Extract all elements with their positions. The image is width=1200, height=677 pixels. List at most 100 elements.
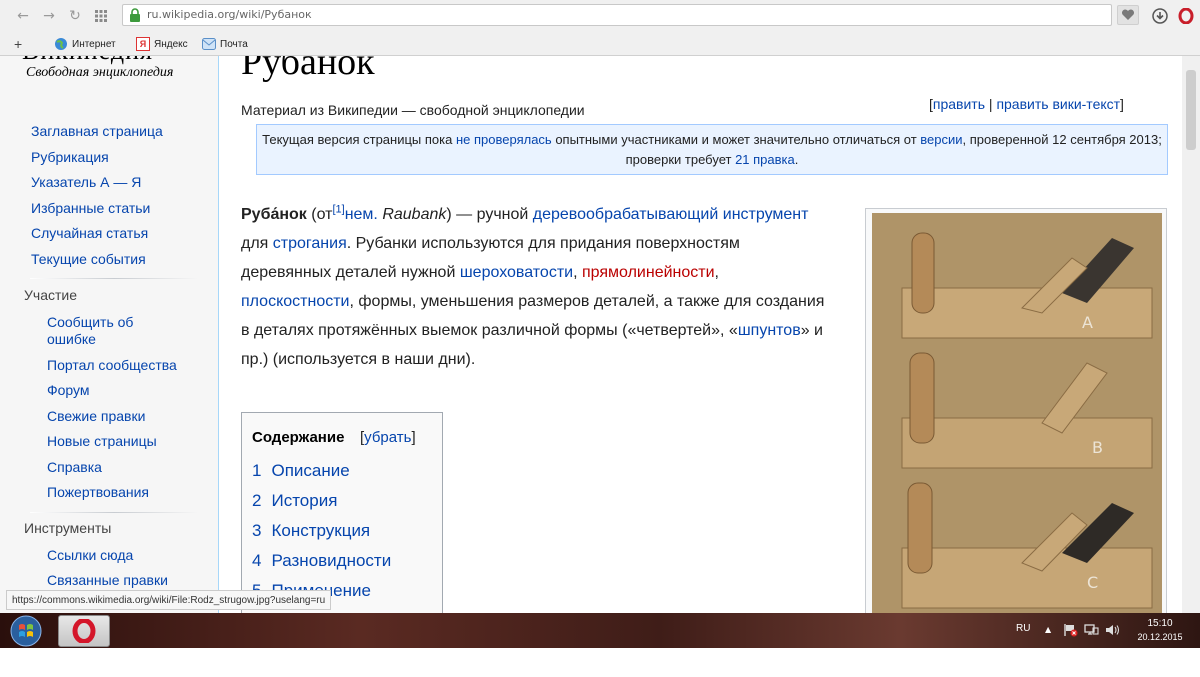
sidebar-donate[interactable]: Пожертвования [47,484,149,500]
web-page-viewport: Википедия Свободная энциклопедия Заглавн… [0,56,1200,613]
language-indicator[interactable]: RU [1016,623,1030,634]
opera-icon [72,619,96,643]
plane-label-c: C [1087,573,1098,592]
forward-arrow-icon: → [43,8,55,24]
toc-item[interactable]: 1 Описание [252,461,350,481]
show-hidden-icons-button[interactable]: ▲ [1045,625,1051,634]
plane-label-b: B [1092,438,1103,457]
notice-text: опытными участниками и может значительно… [551,132,921,147]
heart-icon [1121,9,1135,20]
volume-icon[interactable] [1104,623,1120,637]
article-term: Руба́нок [241,206,307,223]
opera-menu-button[interactable] [1176,7,1196,25]
toc-item[interactable]: 2 История [252,491,337,511]
german-link[interactable]: нем. [345,206,378,223]
flatness-link[interactable]: плоскостности [241,293,349,310]
separator: | [985,96,997,112]
sidebar-current-events[interactable]: Текущие события [31,251,146,267]
plane-label-a: A [1082,313,1093,332]
scrollbar-thumb[interactable] [1186,70,1196,150]
back-arrow-icon: ← [17,8,29,24]
text: для [241,235,273,252]
toc-number: 4 [252,551,262,570]
notice-text: Текущая версия страницы пока [262,132,456,147]
clock-date[interactable]: 20.12.2015 [1130,632,1190,642]
sidebar-categories[interactable]: Рубрикация [31,149,109,165]
reload-icon: ↻ [69,8,81,24]
roughness-link[interactable]: шероховатости [460,264,573,281]
sidebar-random[interactable]: Случайная статья [31,225,148,241]
add-bookmark-button[interactable]: + [14,36,22,52]
straightness-link[interactable]: прямолинейности [582,264,715,281]
toc-label: Описание [271,461,350,480]
sidebar-recent-changes[interactable]: Свежие правки [47,408,145,424]
reload-button[interactable]: ↻ [66,7,84,25]
globe-icon [55,38,67,50]
sidebar-community-portal[interactable]: Портал сообщества [47,357,177,373]
planing-link[interactable]: строгания [273,235,347,252]
address-bar[interactable]: ru.wikipedia.org/wiki/Рубанок [122,4,1112,26]
toc-number: 2 [252,491,262,510]
sidebar-tools-heading: Инструменты [24,520,112,536]
url-text[interactable]: ru.wikipedia.org/wiki/Рубанок [147,8,312,21]
status-link-preview: https://commons.wikimedia.org/wiki/File:… [6,590,332,610]
sidebar-forum[interactable]: Форум [47,382,90,398]
network-icon[interactable] [1083,623,1099,637]
lock-icon [130,8,140,22]
browser-navbar: ← → ↻ ru.wikipedia.org/wiki/Рубанок [0,0,1200,32]
page-title: Рубанок [241,56,375,83]
bookmarks-bar: + Интернет Я Яндекс Почта [0,32,1200,56]
toc-item[interactable]: 3 Конструкция [252,521,370,541]
bookmark-internet-label: Интернет [72,38,116,50]
woodworking-tool-link[interactable]: деревообрабатывающий инструмент [533,206,809,223]
toc-hide-link[interactable]: убрать [364,429,411,446]
download-button[interactable] [1150,7,1170,25]
toc-hide-toggle: [убрать] [360,429,416,446]
bracket: ] [411,429,416,446]
toc-title: Содержание [252,429,345,446]
flagged-revision-notice: Текущая версия страницы пока не проверял… [256,124,1168,175]
sidebar-report-error[interactable]: Сообщить об ошибке [47,314,167,348]
vertical-scrollbar[interactable] [1182,56,1200,613]
toc-number: 3 [252,521,262,540]
bookmark-mail[interactable]: Почта [202,36,248,52]
bookmark-heart-button[interactable] [1117,5,1139,25]
edit-links: [править | править вики-текст] [929,96,1124,112]
toc-label: Конструкция [271,521,371,540]
not-reviewed-link[interactable]: не проверялась [456,132,552,147]
download-icon [1152,8,1168,24]
sidebar-separator [30,278,198,279]
toc-item[interactable]: 4 Разновидности [252,551,391,571]
sidebar-help[interactable]: Справка [47,459,102,475]
edit-link[interactable]: править [933,96,985,112]
mail-icon [202,38,216,50]
sidebar-main-page[interactable]: Заглавная страница [31,123,163,139]
tongue-link[interactable]: шпунтов [738,322,801,339]
version-link[interactable]: версии [920,132,962,147]
sidebar-what-links-here[interactable]: Ссылки сюда [47,547,133,563]
sidebar-new-pages[interactable]: Новые страницы [47,433,157,449]
opera-icon [1178,8,1194,24]
action-center-flag-icon[interactable] [1062,623,1078,637]
bookmark-internet[interactable]: Интернет [54,36,116,52]
start-button[interactable] [6,614,46,648]
sidebar-related-changes[interactable]: Связанные правки [47,572,168,588]
text: ) — ручной [446,206,533,223]
bookmark-mail-label: Почта [220,38,248,50]
table-of-contents: Содержание [убрать] 1 Описание 2 История 3… [241,412,443,613]
reference-1[interactable]: [1] [332,204,344,216]
pending-edits-link[interactable]: 21 правка [735,152,795,167]
edit-wikitext-link[interactable]: править вики-текст [996,96,1120,112]
plus-icon: + [14,36,23,52]
hand-planes-photo[interactable]: A B C [872,213,1162,613]
bookmark-yandex[interactable]: Я Яндекс [136,36,188,52]
speed-dial-button[interactable] [92,7,110,25]
taskbar-opera-button[interactable] [58,615,110,647]
foreign-term: Raubank [382,206,447,223]
sidebar-featured[interactable]: Избранные статьи [31,200,150,216]
clock-time[interactable]: 15:10 [1140,618,1180,629]
back-button[interactable]: ← [14,7,32,25]
sidebar-index[interactable]: Указатель А — Я [31,174,141,190]
windows-taskbar: RU ▲ 15:10 20.12.2015 [0,613,1200,648]
forward-button[interactable]: → [40,7,58,25]
